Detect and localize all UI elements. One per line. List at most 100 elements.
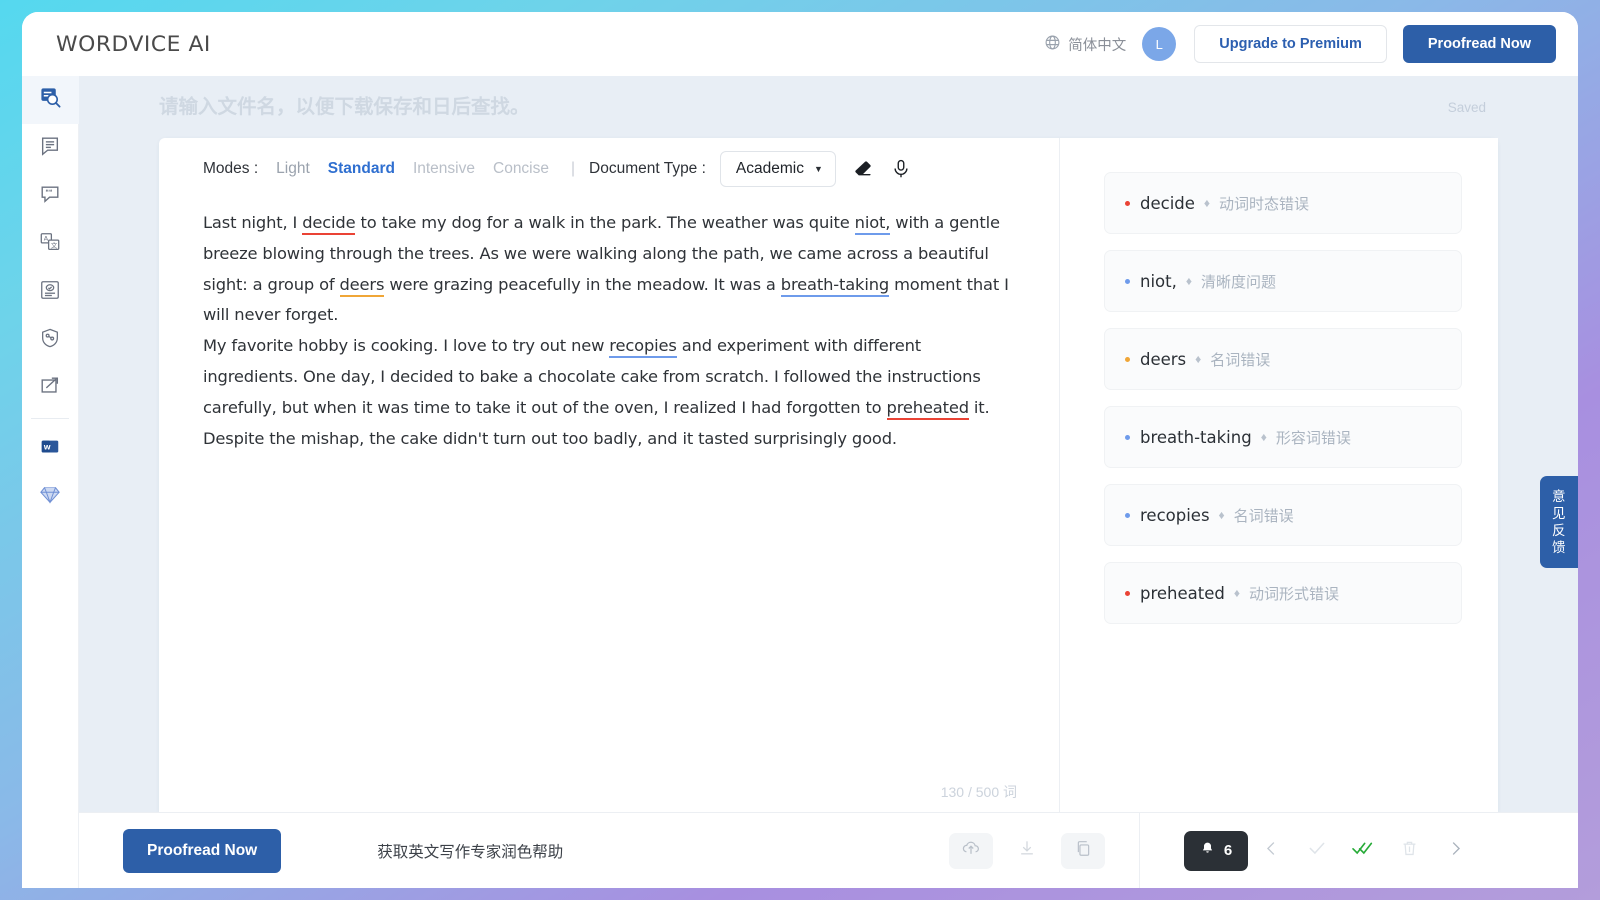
upgrade-to-premium-button[interactable]: Upgrade to Premium — [1194, 25, 1387, 63]
suggestion-card[interactable]: deers♦名词错误 — [1104, 328, 1462, 390]
suggestion-severity-dot — [1125, 435, 1130, 440]
filename-input[interactable] — [159, 96, 1448, 119]
globe-icon — [1044, 34, 1061, 55]
language-switcher[interactable]: 简体中文 — [1044, 34, 1126, 55]
upload-button[interactable] — [949, 833, 993, 869]
error-highlight[interactable]: recopies — [609, 336, 676, 358]
editor-column: Modes : Light Standard Intensive Concise… — [159, 138, 1060, 812]
sidebar-item-translate[interactable]: A 文 — [22, 220, 79, 268]
main-area: Saved Modes : Light Standard Intensive C… — [79, 76, 1578, 888]
suggestion-type: 名词错误 — [1234, 505, 1294, 526]
suggestion-severity-dot — [1125, 513, 1130, 518]
footer: Proofread Now 获取英文写作专家润色帮助 — [79, 812, 1578, 888]
sidebar-item-ai-detector[interactable] — [22, 268, 79, 316]
error-highlight[interactable]: breath-taking — [781, 275, 889, 297]
feedback-tab-label: 意见反馈 — [1552, 489, 1566, 555]
sidebar-divider — [31, 418, 69, 419]
dismiss-suggestion-button[interactable] — [1386, 831, 1432, 871]
translate-icon: A 文 — [39, 231, 61, 258]
document-paragraph: Last night, I decide to take my dog for … — [203, 208, 1019, 331]
gem-icon — [39, 484, 61, 511]
microphone-icon[interactable] — [890, 158, 912, 180]
feedback-tab[interactable]: 意见反馈 — [1540, 476, 1578, 568]
alert-count-pill[interactable]: 6 — [1184, 831, 1248, 871]
header-proofread-now-button[interactable]: Proofread Now — [1403, 25, 1556, 63]
suggestion-type: 动词形式错误 — [1249, 583, 1339, 604]
suggestion-separator-dot: ♦ — [1204, 196, 1210, 210]
word-addin-icon: W — [39, 436, 61, 463]
error-highlight[interactable]: preheated — [887, 398, 969, 420]
mode-light[interactable]: Light — [276, 160, 310, 178]
error-highlight[interactable]: niot, — [855, 213, 891, 235]
prev-suggestion-button[interactable] — [1248, 831, 1294, 871]
suggestion-card[interactable]: preheated ♦ 动词形式错误 — [1104, 562, 1462, 624]
footer-promo-text[interactable]: 获取英文写作专家润色帮助 — [377, 840, 563, 862]
sidebar-item-plagiarism[interactable] — [22, 316, 79, 364]
cloud-upload-icon — [961, 838, 981, 863]
suggestion-type: 名词错误 — [1210, 349, 1270, 370]
double-check-icon — [1351, 838, 1375, 863]
eraser-icon[interactable] — [852, 158, 874, 180]
alert-count: 6 — [1224, 842, 1232, 859]
suggestion-severity-dot — [1125, 591, 1130, 596]
suggestion-card[interactable]: recopies ♦ 名词错误 — [1104, 484, 1462, 546]
sidebar-item-premium[interactable] — [22, 473, 79, 521]
document-text[interactable]: Last night, I decide to take my dog for … — [203, 208, 1019, 454]
left-sidebar: ❝❝ A 文 — [22, 76, 79, 888]
text-run: My favorite hobby is cooking. I love to … — [203, 336, 609, 355]
text-run: Last night, I — [203, 213, 302, 232]
accept-suggestion-button[interactable] — [1294, 831, 1340, 871]
suggestion-card[interactable]: decide♦动词时态错误 — [1104, 172, 1462, 234]
copy-button[interactable] — [1061, 833, 1105, 869]
proofread-search-icon — [39, 86, 62, 114]
suggestion-word: recopies — [1140, 506, 1210, 525]
mode-concise[interactable]: Concise — [493, 160, 549, 178]
avatar[interactable]: L — [1142, 27, 1176, 61]
footer-actions — [949, 833, 1105, 869]
error-highlight[interactable]: deers — [340, 275, 385, 297]
mode-intensive[interactable]: Intensive — [413, 160, 475, 178]
sidebar-item-word-addin[interactable]: W — [22, 425, 79, 473]
footer-proofread-now-button[interactable]: Proofread Now — [123, 829, 281, 873]
download-icon — [1017, 838, 1037, 863]
sidebar-item-external-link[interactable] — [22, 364, 79, 412]
document-type-value: Academic — [736, 160, 804, 178]
chevron-down-icon: ▼ — [814, 164, 823, 174]
copy-icon — [1074, 839, 1093, 863]
accept-all-suggestions-button[interactable] — [1340, 831, 1386, 871]
toolbar-divider: | — [571, 160, 575, 178]
mode-standard[interactable]: Standard — [328, 160, 395, 178]
check-icon — [1307, 838, 1327, 863]
download-button[interactable] — [1005, 833, 1049, 869]
suggestion-type: 形容词错误 — [1276, 427, 1351, 448]
shield-icon — [39, 327, 61, 354]
sidebar-item-paraphrase[interactable]: ❝❝ — [22, 172, 79, 220]
suggestion-card[interactable]: breath-taking♦形容词错误 — [1104, 406, 1462, 468]
next-suggestion-button[interactable] — [1432, 831, 1478, 871]
footer-right: 6 — [1140, 812, 1578, 888]
document-editor[interactable]: Last night, I decide to take my dog for … — [159, 200, 1059, 812]
suggestion-separator-dot: ♦ — [1261, 430, 1267, 444]
svg-text:❝❝: ❝❝ — [45, 188, 52, 196]
suggestions-list: decide♦动词时态错误niot,♦清晰度问题deers♦名词错误breath… — [1060, 138, 1498, 812]
suggestion-separator-dot: ♦ — [1234, 586, 1240, 600]
text-run: to take my dog for a walk in the park. T… — [355, 213, 854, 232]
sidebar-item-document[interactable] — [22, 124, 79, 172]
suggestion-severity-dot — [1125, 201, 1130, 206]
error-highlight[interactable]: decide — [302, 213, 355, 235]
suggestion-word: preheated — [1140, 584, 1225, 603]
app-body: ❝❝ A 文 — [22, 76, 1578, 888]
document-type-dropdown[interactable]: Academic ▼ — [720, 151, 836, 187]
suggestion-separator-dot: ♦ — [1219, 508, 1225, 522]
app-header: WORDVICE AI 简体中文 L Upgrade to Premium Pr… — [22, 12, 1578, 76]
quote-bubble-icon: ❝❝ — [39, 183, 61, 210]
suggestions-panel: decide♦动词时态错误niot,♦清晰度问题deers♦名词错误breath… — [1060, 138, 1498, 812]
language-label: 简体中文 — [1068, 34, 1126, 55]
suggestion-severity-dot — [1125, 279, 1130, 284]
sidebar-item-proofread[interactable] — [22, 76, 79, 124]
suggestion-separator-dot: ♦ — [1186, 274, 1192, 288]
suggestion-separator-dot: ♦ — [1195, 352, 1201, 366]
document-paragraph: My favorite hobby is cooking. I love to … — [203, 331, 1019, 454]
header-actions: 简体中文 L Upgrade to Premium Proofread Now — [1044, 25, 1556, 63]
suggestion-card[interactable]: niot,♦清晰度问题 — [1104, 250, 1462, 312]
